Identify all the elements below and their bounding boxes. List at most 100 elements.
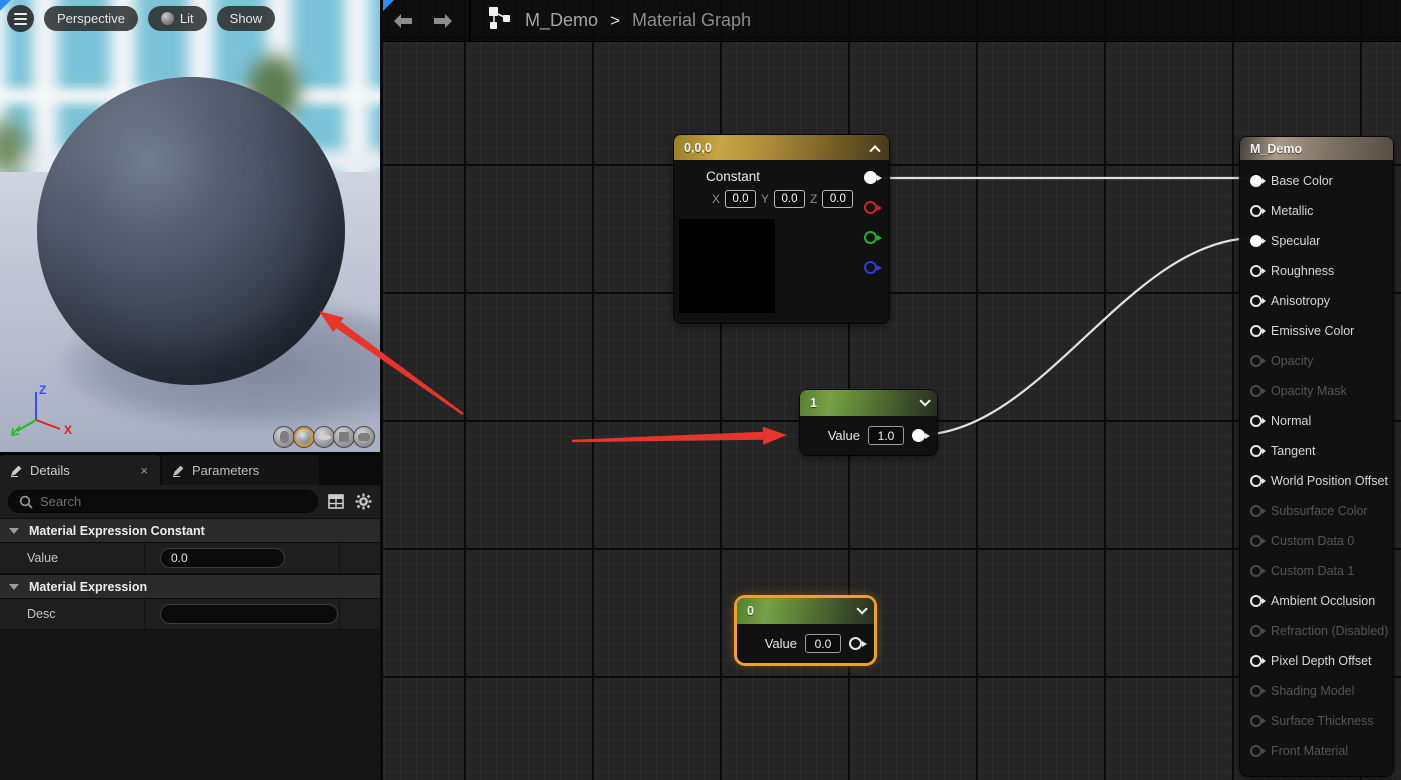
input-pin-icon[interactable] [1250, 385, 1262, 397]
show-button[interactable]: Show [217, 6, 276, 31]
input-pin-icon[interactable] [1250, 505, 1262, 517]
close-icon[interactable]: × [138, 463, 150, 478]
input-pin-icon[interactable] [1250, 445, 1262, 457]
material-pin-tangent[interactable]: Tangent [1250, 436, 1393, 466]
node-constant-0-selected[interactable]: 0 Value 0.0 [737, 598, 874, 663]
input-pin-icon[interactable] [1250, 535, 1262, 547]
output-pin-g[interactable] [864, 231, 877, 244]
pin-label: Base Color [1271, 174, 1333, 188]
breadcrumb-material[interactable]: M_Demo [525, 10, 598, 31]
chevron-down-icon[interactable] [856, 603, 867, 614]
section-material-expression-constant[interactable]: Material Expression Constant [0, 518, 380, 543]
material-graph-canvas[interactable]: M_Demo > Material Graph 0,0,0 Constant X… [383, 0, 1401, 780]
material-pin-specular[interactable]: Specular [1250, 226, 1393, 256]
sphere-icon [298, 431, 310, 443]
output-pin-b[interactable] [864, 261, 877, 274]
search-box[interactable] [8, 490, 318, 513]
input-pin-icon[interactable] [1250, 265, 1262, 277]
input-pin-icon[interactable] [1250, 685, 1262, 697]
material-pin-refraction-disabled-[interactable]: Refraction (Disabled) [1250, 616, 1393, 646]
input-pin-icon[interactable] [1250, 415, 1262, 427]
pin-label: Ambient Occlusion [1271, 594, 1375, 608]
desc-input[interactable] [160, 604, 338, 624]
plane-icon [318, 435, 331, 440]
y-value-input[interactable]: 0.0 [774, 190, 805, 208]
node-material-result[interactable]: M_Demo Base Color MetallicSpecularRoughne… [1240, 137, 1393, 776]
pin-label: Custom Data 1 [1271, 564, 1354, 578]
property-row-value: Value 0.0 [0, 543, 380, 574]
output-pin[interactable] [849, 637, 862, 650]
viewport-menu-button[interactable] [7, 5, 34, 32]
x-value-input[interactable]: 0.0 [725, 190, 756, 208]
input-pin-icon[interactable] [1250, 355, 1262, 367]
property-label: Desc [0, 599, 145, 629]
shape-button-plane[interactable] [313, 426, 335, 448]
collapse-triangle-icon [9, 528, 19, 534]
input-pin-icon[interactable] [1250, 205, 1262, 217]
input-pin-icon[interactable] [1250, 745, 1262, 757]
input-pin-icon[interactable] [1250, 715, 1262, 727]
shape-button-cylinder[interactable] [273, 426, 295, 448]
shape-button-cube[interactable] [333, 426, 355, 448]
input-pin-icon[interactable] [1250, 475, 1262, 487]
input-pin-icon[interactable] [1250, 625, 1262, 637]
pin-label: Shading Model [1271, 684, 1354, 698]
input-pin-icon[interactable] [1250, 325, 1262, 337]
material-pin-base-color[interactable]: Base Color [1250, 166, 1393, 196]
material-pin-front-material[interactable]: Front Material [1250, 736, 1393, 766]
tab-details[interactable]: Details × [0, 455, 160, 485]
node-constant-1[interactable]: 1 Value 1.0 [800, 390, 937, 455]
chevron-up-icon[interactable] [869, 145, 880, 156]
input-pin-icon[interactable] [1250, 235, 1262, 247]
material-pin-custom-data-0[interactable]: Custom Data 0 [1250, 526, 1393, 556]
material-pin-ambient-occlusion[interactable]: Ambient Occlusion [1250, 586, 1393, 616]
tab-parameters[interactable]: Parameters [162, 455, 319, 485]
material-pin-shading-model[interactable]: Shading Model [1250, 676, 1393, 706]
node-constant3vector[interactable]: 0,0,0 Constant X 0.0 Y 0.0 Z 0.0 [674, 135, 889, 323]
node-header[interactable]: M_Demo [1240, 137, 1393, 160]
section-material-expression[interactable]: Material Expression [0, 574, 380, 599]
settings-gear-icon[interactable] [354, 493, 372, 511]
material-pin-custom-data-1[interactable]: Custom Data 1 [1250, 556, 1393, 586]
material-pin-surface-thickness[interactable]: Surface Thickness [1250, 706, 1393, 736]
input-pin-icon[interactable] [1250, 655, 1262, 667]
details-panel: Details × Parameters [0, 452, 380, 780]
material-pin-subsurface-color[interactable]: Subsurface Color [1250, 496, 1393, 526]
perspective-button[interactable]: Perspective [44, 6, 138, 31]
output-pin-rgb[interactable] [864, 171, 877, 184]
node-header[interactable]: 1 [800, 390, 937, 416]
material-pin-normal[interactable]: Normal [1250, 406, 1393, 436]
lit-mode-button[interactable]: Lit [148, 6, 207, 31]
output-pin-r[interactable] [864, 201, 877, 214]
shape-button-teapot[interactable] [353, 426, 375, 448]
material-pin-roughness[interactable]: Roughness [1250, 256, 1393, 286]
display-filter-icon[interactable] [327, 493, 345, 511]
material-pin-anisotropy[interactable]: Anisotropy [1250, 286, 1393, 316]
input-pin-icon[interactable] [1250, 175, 1262, 187]
node-header[interactable]: 0,0,0 [674, 135, 889, 160]
node-header[interactable]: 0 [737, 598, 874, 624]
output-pin[interactable] [912, 429, 925, 442]
material-pin-opacity[interactable]: Opacity [1250, 346, 1393, 376]
input-pin-icon[interactable] [1250, 295, 1262, 307]
material-pin-emissive-color[interactable]: Emissive Color [1250, 316, 1393, 346]
chevron-down-icon[interactable] [919, 395, 930, 406]
input-pin-icon[interactable] [1250, 595, 1262, 607]
node-color-preview [679, 219, 775, 313]
axis-x-label: X [64, 423, 72, 437]
pin-label: Anisotropy [1271, 294, 1330, 308]
material-pin-pixel-depth-offset[interactable]: Pixel Depth Offset [1250, 646, 1393, 676]
forward-button[interactable] [423, 0, 463, 42]
value-input[interactable]: 1.0 [868, 426, 904, 445]
search-input[interactable] [40, 494, 307, 509]
material-pin-world-position-offset[interactable]: World Position Offset [1250, 466, 1393, 496]
shape-button-sphere[interactable] [293, 426, 315, 448]
value-input[interactable]: 0.0 [805, 634, 841, 653]
input-pin-icon[interactable] [1250, 565, 1262, 577]
z-value-input[interactable]: 0.0 [822, 190, 853, 208]
value-input[interactable]: 0.0 [160, 548, 285, 568]
preview-viewport[interactable]: Perspective Lit Show Z X [0, 0, 380, 452]
pin-label: World Position Offset [1271, 474, 1388, 488]
material-pin-opacity-mask[interactable]: Opacity Mask [1250, 376, 1393, 406]
material-pin-metallic[interactable]: Metallic [1250, 196, 1393, 226]
